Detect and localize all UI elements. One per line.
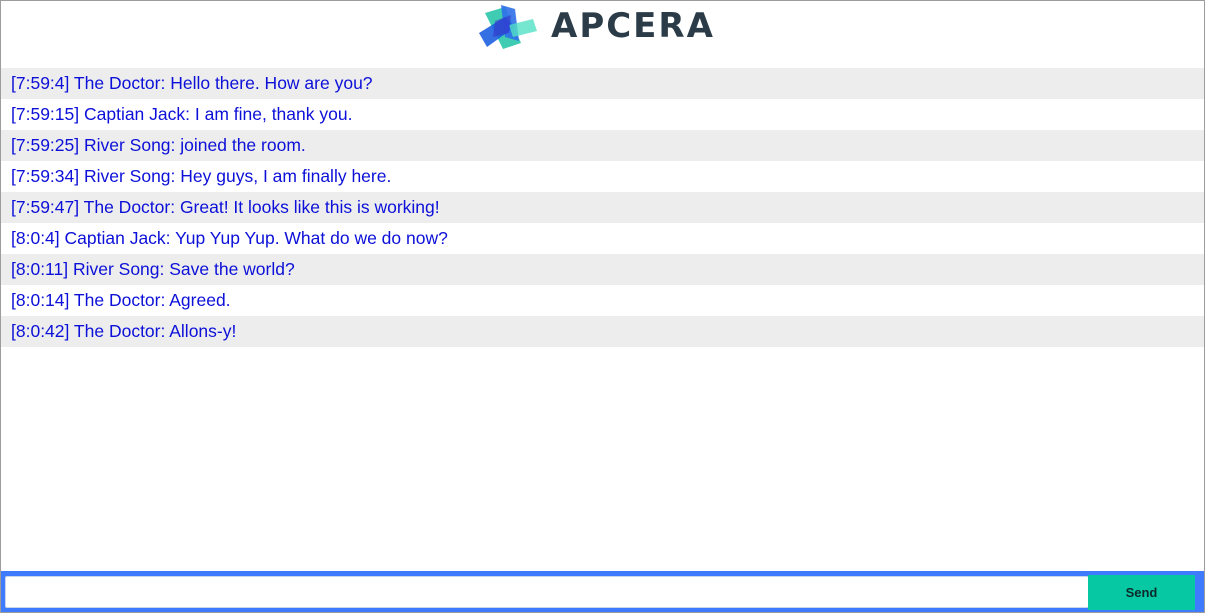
brand-logo: APCERA	[475, 3, 715, 49]
message-item: [8:0:14] The Doctor: Agreed.	[1, 285, 1204, 316]
send-button[interactable]: Send	[1088, 575, 1195, 610]
message-item: [7:59:47] The Doctor: Great! It looks li…	[1, 192, 1204, 223]
message-input[interactable]	[5, 576, 1089, 608]
message-item: [8:0:4] Captian Jack: Yup Yup Yup. What …	[1, 223, 1204, 254]
message-composer: Send	[1, 571, 1204, 612]
message-item: [7:59:25] River Song: joined the room.	[1, 130, 1204, 161]
message-item: [7:59:34] River Song: Hey guys, I am fin…	[1, 161, 1204, 192]
message-list: [7:59:4] The Doctor: Hello there. How ar…	[1, 68, 1204, 347]
chat-window: APCERA [7:59:4] The Doctor: Hello there.…	[0, 0, 1205, 613]
message-item: [7:59:15] Captian Jack: I am fine, thank…	[1, 99, 1204, 130]
message-item: [8:0:42] The Doctor: Allons-y!	[1, 316, 1204, 347]
message-item: [8:0:11] River Song: Save the world?	[1, 254, 1204, 285]
apcera-logo-icon	[479, 5, 537, 49]
header: APCERA	[1, 1, 1204, 57]
message-item: [7:59:4] The Doctor: Hello there. How ar…	[1, 68, 1204, 99]
brand-name: APCERA	[551, 6, 715, 46]
